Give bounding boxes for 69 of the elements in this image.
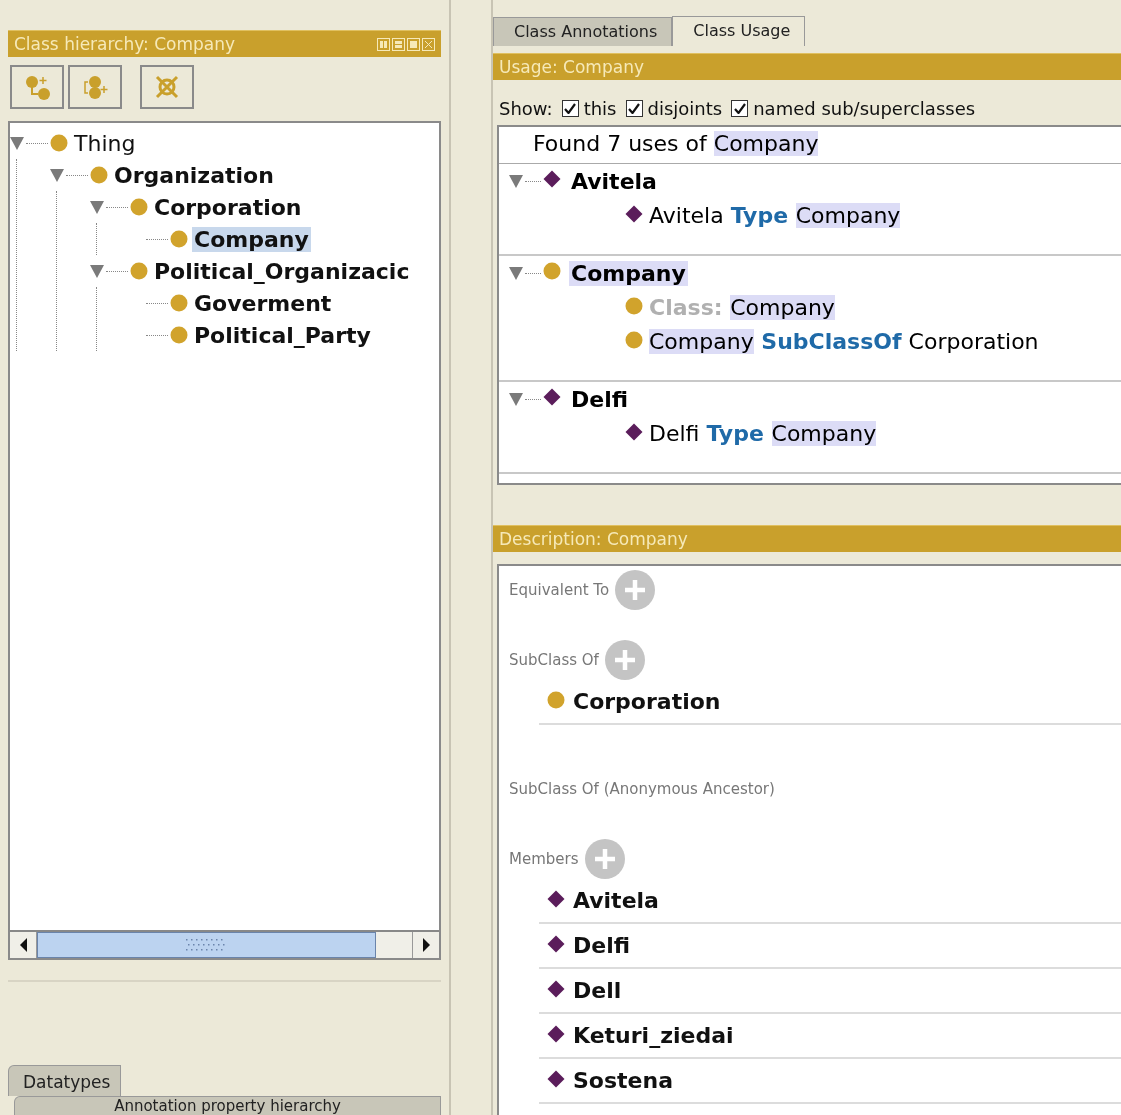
expand-triangle-icon[interactable] [90,264,104,278]
add-sibling-icon [82,74,108,100]
class-icon [625,297,645,317]
tree-item[interactable]: Thing [72,130,138,156]
checkbox-label[interactable]: this [583,98,617,119]
tree-item[interactable]: Company [192,226,311,252]
expand-triangle-icon[interactable] [50,168,64,182]
section-item[interactable]: Keturi_ziedai [573,1023,734,1048]
scroll-left-icon[interactable] [18,938,28,952]
expand-triangle-icon[interactable] [10,136,24,150]
class-icon [130,262,148,280]
tab[interactable]: Class Annotations [493,17,673,46]
section-item[interactable]: Corporation [573,689,721,714]
expand-triangle-icon[interactable] [509,392,523,406]
section-item[interactable]: Delfi [573,933,631,958]
delete-class-icon [154,74,180,100]
section-label: SubClass Of [509,651,599,669]
class-icon [130,198,148,216]
class-icon [625,331,645,351]
panel-title: Description: Company [499,529,688,549]
tab[interactable]: Annotation property hierarchy [14,1096,441,1115]
class-icon [50,134,68,152]
usage-heading[interactable]: Company [569,260,688,286]
individual-icon [625,205,645,225]
usage-heading[interactable]: Avitela [569,168,659,194]
section-item[interactable]: Sostena [573,1068,673,1093]
usage-line[interactable]: Avitela Type Company [649,202,901,228]
panel-title: Usage: Company [499,57,644,77]
tab[interactable]: Datatypes [8,1065,122,1096]
usage-line[interactable]: Delfi Type Company [649,420,877,446]
individual-icon [625,423,645,443]
tree-item[interactable]: Goverment [192,290,334,316]
check-icon [733,103,746,114]
tree-item[interactable]: Organization [112,162,276,188]
section-label: SubClass Of (Anonymous Ancestor) [509,780,775,798]
section-item[interactable]: Avitela [573,888,659,913]
class-icon [90,166,108,184]
checkbox[interactable] [561,100,579,117]
class-icon [170,294,188,312]
show-label: Show: [499,98,553,119]
usage-heading[interactable]: Delfi [569,386,631,412]
check-icon [628,103,640,114]
tree-item[interactable]: Political_Organizacic [152,258,412,284]
add-sibling-button[interactable] [68,65,122,109]
usage-line[interactable]: Company SubClassOf Corporation [649,328,1039,354]
expand-triangle-icon[interactable] [509,266,523,280]
checkbox[interactable] [731,100,749,117]
expand-triangle-icon[interactable] [90,200,104,214]
section-item[interactable]: Dell [573,978,622,1003]
checkbox-label[interactable]: named sub/superclasses [753,98,976,119]
add-subclass-icon [24,74,50,100]
expand-triangle-icon[interactable] [509,174,523,188]
scroll-right-icon[interactable] [421,938,431,952]
section-label: Members [509,850,579,868]
class-icon [170,326,188,344]
add-subclass-button[interactable] [10,65,64,109]
tree-item[interactable]: Political_Party [192,322,373,348]
checkbox[interactable] [625,100,643,117]
check-icon [564,103,577,114]
section-label: Equivalent To [509,581,610,599]
usage-summary: Found 7 uses of Company [499,127,1121,164]
checkbox-label[interactable]: disjoints [647,98,723,119]
scrollbar-thumb[interactable] [37,932,376,958]
class-icon [170,230,188,248]
panel-title: Class hierarchy: Company [14,34,236,54]
tree-item[interactable]: Corporation [152,194,304,220]
delete-class-button[interactable] [140,65,194,109]
tab[interactable]: Class Usage [672,16,806,46]
grip-icon [185,938,228,952]
